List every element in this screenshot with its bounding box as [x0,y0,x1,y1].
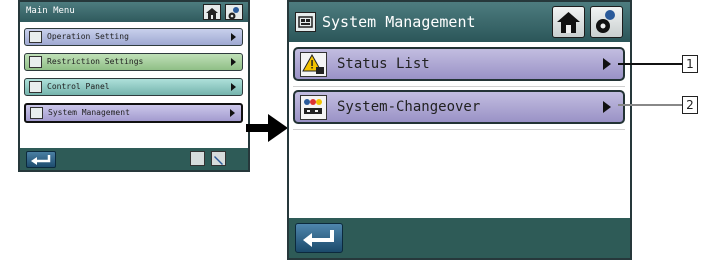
warning-icon [300,52,327,77]
system-management-footer [289,218,630,258]
list-divider [293,129,625,130]
callout-label-2: 2 [682,96,698,114]
operation-icon [29,31,42,43]
chevron-right-icon [603,58,611,70]
menu-item-label: Status List [337,56,430,72]
restriction-icon [29,56,42,68]
main-menu-footer [20,148,248,170]
system-management-list: Status List System-Changeover [289,42,630,220]
gear-person-icon [596,10,615,33]
main-menu-panel: Main Menu Operation Setting Restriction … [18,0,250,172]
wrench-icon[interactable] [211,151,226,166]
home-icon[interactable] [203,4,221,20]
callout-label-1: 1 [682,55,698,73]
control-panel-icon [29,81,42,93]
back-icon [31,155,51,165]
menu-item-label: System-Changeover [337,99,481,115]
settings-button[interactable] [590,6,623,38]
gear-person-icon[interactable] [225,4,243,20]
system-management-panel: System Management Status List System-Cha… [287,0,632,260]
system-management-icon [30,107,43,119]
chevron-right-icon [231,83,236,91]
changeover-icon [300,95,327,120]
menu-item-label: Operation Setting [47,32,129,41]
menu-item-system-changeover[interactable]: System-Changeover [293,90,625,124]
home-icon [557,12,580,33]
menu-item-label: Control Panel [47,82,110,91]
back-icon [303,230,334,247]
system-management-icon [295,12,316,32]
menu-item-control-panel[interactable]: Control Panel [24,78,243,96]
page-title: System Management [322,13,476,31]
callout-line-2 [618,104,682,106]
chevron-right-icon [603,101,611,113]
main-menu-header: Main Menu [20,2,248,22]
menu-item-restriction-settings[interactable]: Restriction Settings [24,53,243,71]
navigation-arrow-icon [246,114,288,142]
back-button[interactable] [295,223,343,253]
menu-item-operation-setting[interactable]: Operation Setting [24,28,243,46]
callout-line-1 [618,63,682,65]
chevron-right-icon [231,33,236,41]
back-button[interactable] [26,151,56,168]
menu-item-system-management[interactable]: System Management [24,103,243,123]
chevron-right-icon [231,58,236,66]
main-menu-title: Main Menu [26,6,75,16]
menu-item-label: System Management [48,108,130,117]
home-button[interactable] [552,6,585,38]
list-divider [293,86,625,87]
menu-item-status-list[interactable]: Status List [293,47,625,81]
maintenance-icon[interactable] [190,151,205,166]
chevron-right-icon [230,109,235,117]
system-management-header: System Management [289,2,630,42]
menu-item-label: Restriction Settings [47,57,144,66]
